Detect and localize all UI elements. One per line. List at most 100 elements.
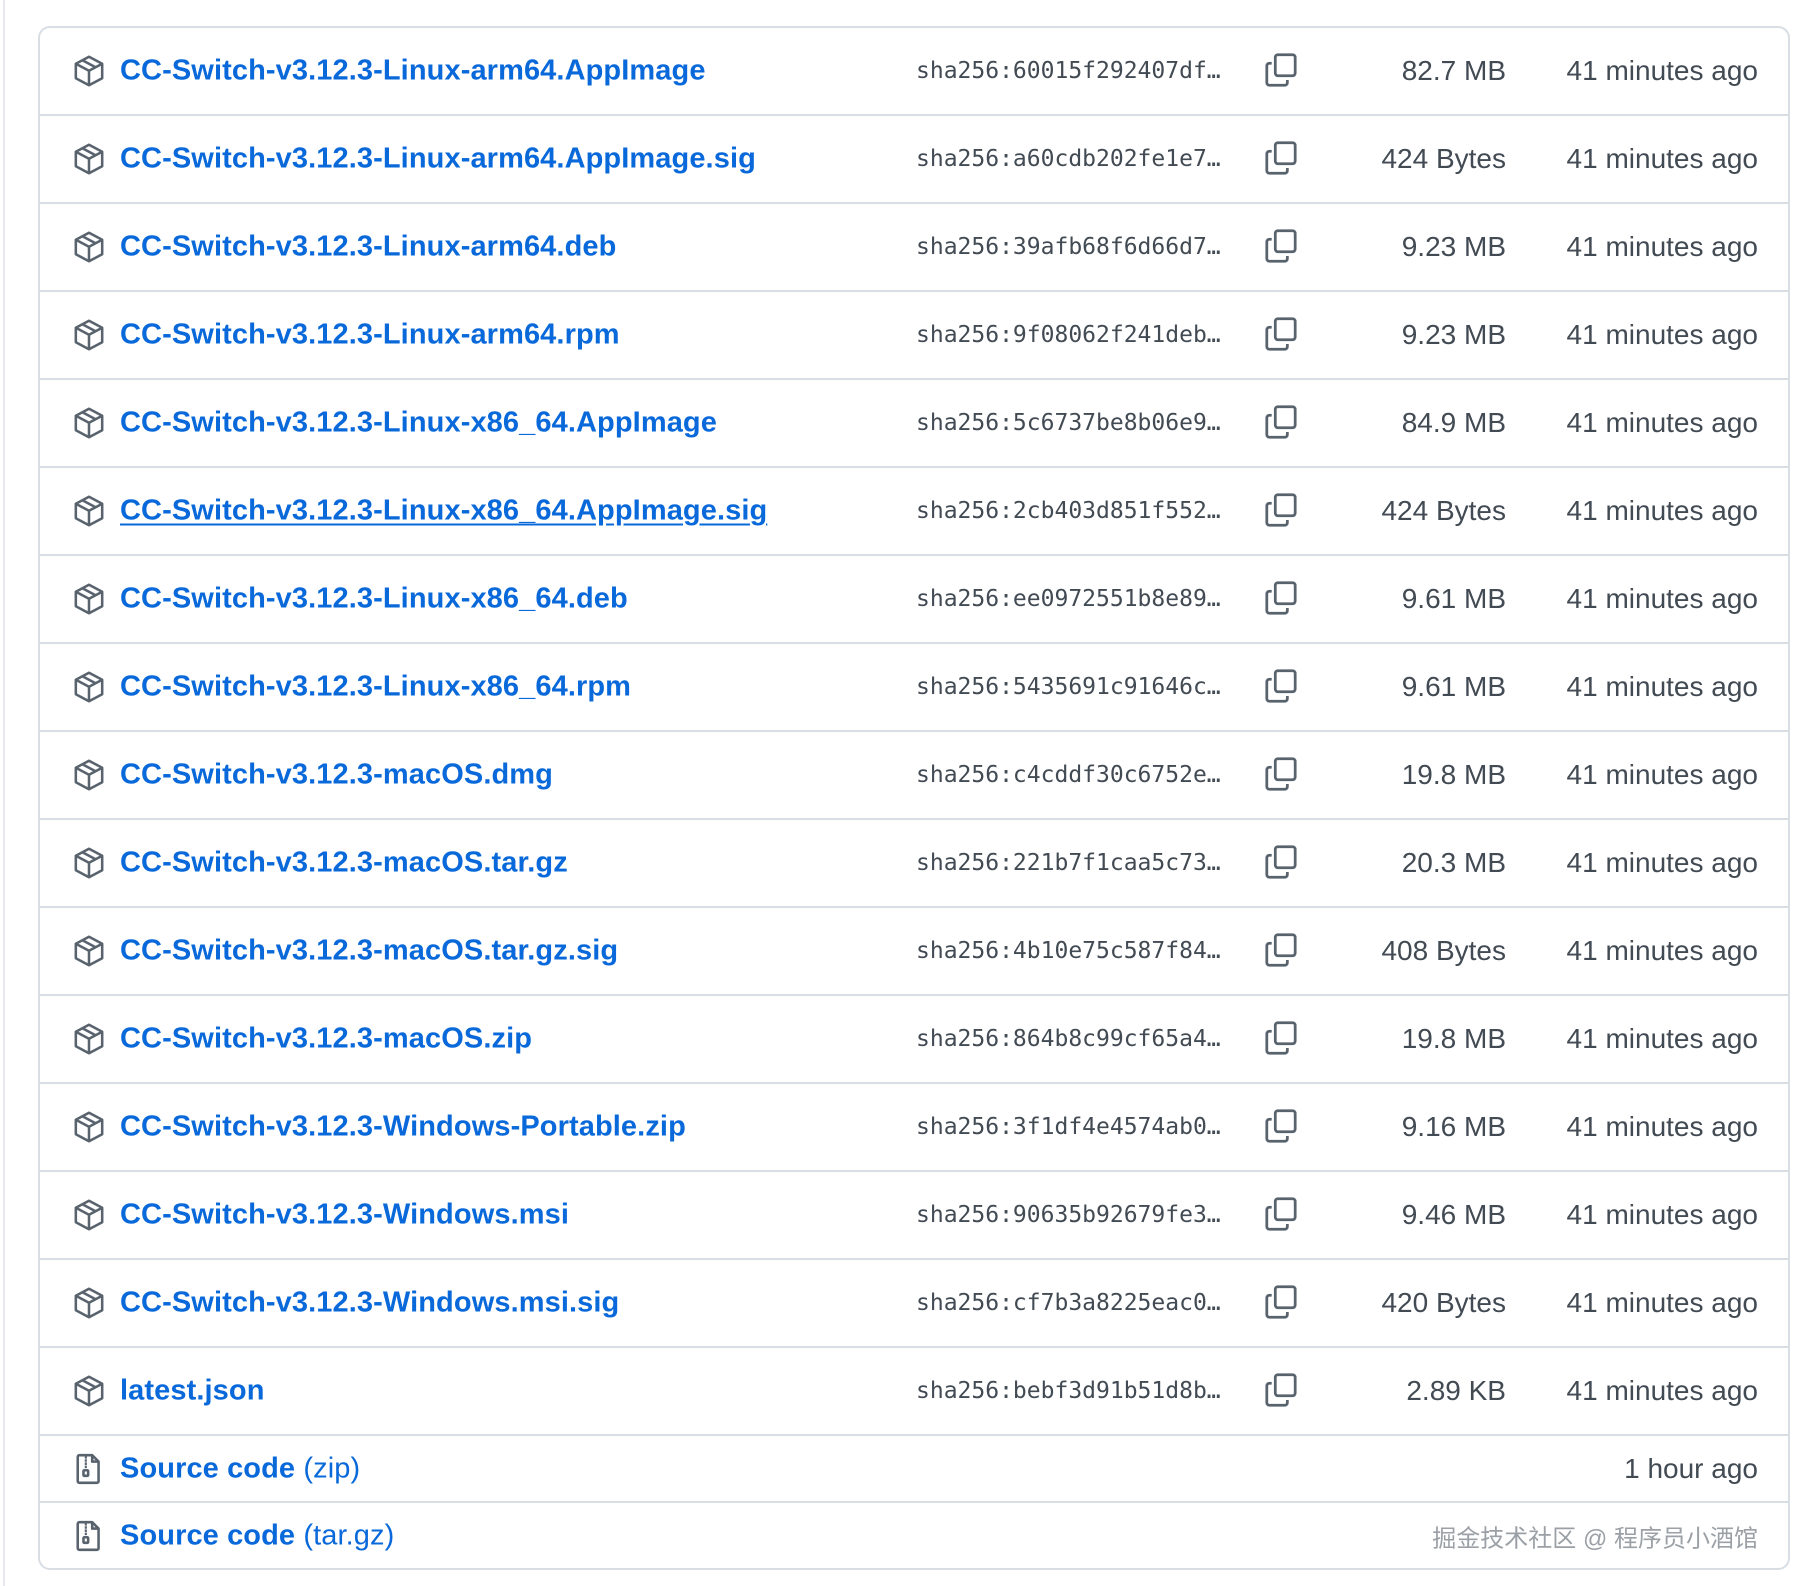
source-code-row: Source code (tar.gz) 掘金技术社区 @ 程序员小酒馆 [40,1501,1788,1568]
asset-size: 9.23 MB [1401,319,1506,350]
asset-updated: 41 minutes ago [1566,1023,1758,1054]
package-icon [72,54,106,88]
asset-row: CC-Switch-v3.12.3-Linux-x86_64.deb sha25… [40,554,1788,642]
asset-row: CC-Switch-v3.12.3-Windows-Portable.zip s… [40,1082,1788,1170]
asset-row: CC-Switch-v3.12.3-macOS.zip sha256:864b8… [40,994,1788,1082]
asset-name-link[interactable]: CC-Switch-v3.12.3-Linux-x86_64.AppImage.… [120,495,767,528]
copy-icon[interactable] [1264,140,1298,176]
package-icon [72,1022,106,1056]
asset-row: CC-Switch-v3.12.3-Linux-arm64.AppImage s… [40,28,1788,114]
copy-icon[interactable] [1264,844,1298,880]
asset-name-link[interactable]: CC-Switch-v3.12.3-Linux-arm64.AppImage.s… [120,143,756,176]
page-left-rule [3,0,5,1586]
source-code-label: Source code [120,1519,296,1551]
copy-icon[interactable] [1264,932,1298,968]
asset-digest: sha256:a60cdb202fe1e7… [916,146,1221,172]
asset-size: 84.9 MB [1401,407,1506,438]
asset-digest: sha256:864b8c99cf65a4… [916,1026,1221,1052]
asset-digest: sha256:39afb68f6d66d7… [916,234,1221,260]
asset-digest: sha256:60015f292407df… [916,58,1221,84]
asset-digest: sha256:bebf3d91b51d8b… [916,1378,1221,1404]
asset-row: CC-Switch-v3.12.3-Windows.msi.sig sha256… [40,1258,1788,1346]
copy-icon[interactable] [1264,228,1298,264]
asset-size: 9.61 MB [1401,583,1506,614]
package-icon [72,1286,106,1320]
asset-updated: 41 minutes ago [1566,407,1758,438]
asset-updated: 41 minutes ago [1566,1375,1758,1406]
asset-name-link[interactable]: CC-Switch-v3.12.3-Windows.msi.sig [120,1287,619,1320]
asset-row: latest.json sha256:bebf3d91b51d8b… 2.89 … [40,1346,1788,1434]
asset-updated: 41 minutes ago [1566,495,1758,526]
package-icon [72,758,106,792]
asset-size: 9.23 MB [1401,231,1506,262]
asset-digest: sha256:5c6737be8b06e9… [916,410,1221,436]
asset-name-link[interactable]: CC-Switch-v3.12.3-Linux-arm64.deb [120,231,616,264]
asset-updated: 41 minutes ago [1566,583,1758,614]
copy-icon[interactable] [1264,1108,1298,1144]
asset-updated: 41 minutes ago [1566,935,1758,966]
package-icon [72,142,106,176]
asset-name-link[interactable]: latest.json [120,1375,265,1408]
copy-icon[interactable] [1264,316,1298,352]
copy-icon[interactable] [1264,756,1298,792]
asset-name-link[interactable]: CC-Switch-v3.12.3-macOS.dmg [120,759,553,792]
copy-icon[interactable] [1264,404,1298,440]
asset-updated: 41 minutes ago [1566,319,1758,350]
asset-digest: sha256:c4cddf30c6752e… [916,762,1221,788]
source-code-updated: 1 hour ago [1624,1452,1758,1484]
package-icon [72,582,106,616]
asset-size: 9.16 MB [1401,1111,1506,1142]
copy-icon[interactable] [1264,1372,1298,1408]
asset-name-link[interactable]: CC-Switch-v3.12.3-Linux-arm64.rpm [120,319,620,352]
asset-size: 82.7 MB [1401,55,1506,86]
asset-name-link[interactable]: CC-Switch-v3.12.3-Linux-x86_64.rpm [120,671,631,704]
copy-icon[interactable] [1264,1284,1298,1320]
asset-updated: 41 minutes ago [1566,1199,1758,1230]
asset-size: 408 Bytes [1381,935,1506,966]
source-code-zip-link[interactable]: Source code (zip) [120,1452,360,1485]
asset-size: 424 Bytes [1381,143,1506,174]
asset-updated: 41 minutes ago [1566,671,1758,702]
asset-updated: 41 minutes ago [1566,55,1758,86]
asset-row: CC-Switch-v3.12.3-Linux-x86_64.AppImage … [40,378,1788,466]
asset-digest: sha256:221b7f1caa5c73… [916,850,1221,876]
package-icon [72,406,106,440]
asset-updated: 41 minutes ago [1566,847,1758,878]
copy-icon[interactable] [1264,668,1298,704]
copy-icon[interactable] [1264,1196,1298,1232]
source-code-label: Source code [120,1452,296,1484]
copy-icon[interactable] [1264,1020,1298,1056]
asset-size: 420 Bytes [1381,1287,1506,1318]
asset-name-link[interactable]: CC-Switch-v3.12.3-macOS.zip [120,1023,532,1056]
asset-row: CC-Switch-v3.12.3-Linux-x86_64.AppImage.… [40,466,1788,554]
asset-size: 19.8 MB [1401,759,1506,790]
asset-updated: 41 minutes ago [1566,1111,1758,1142]
asset-digest: sha256:3f1df4e4574ab0… [916,1114,1221,1140]
asset-row: CC-Switch-v3.12.3-Linux-arm64.rpm sha256… [40,290,1788,378]
source-code-targz-link[interactable]: Source code (tar.gz) [120,1519,394,1552]
asset-name-link[interactable]: CC-Switch-v3.12.3-Windows.msi [120,1199,569,1232]
asset-row: CC-Switch-v3.12.3-macOS.tar.gz sha256:22… [40,818,1788,906]
copy-icon[interactable] [1264,580,1298,616]
asset-name-link[interactable]: CC-Switch-v3.12.3-Linux-x86_64.deb [120,583,628,616]
asset-name-link[interactable]: CC-Switch-v3.12.3-macOS.tar.gz.sig [120,935,618,968]
source-code-format: (tar.gz) [303,1519,395,1551]
asset-name-link[interactable]: CC-Switch-v3.12.3-Windows-Portable.zip [120,1111,686,1144]
asset-digest: sha256:2cb403d851f552… [916,498,1221,524]
asset-digest: sha256:4b10e75c587f84… [916,938,1221,964]
asset-digest: sha256:cf7b3a8225eac0… [916,1290,1221,1316]
asset-name-link[interactable]: CC-Switch-v3.12.3-macOS.tar.gz [120,847,568,880]
asset-size: 20.3 MB [1401,847,1506,878]
asset-row: CC-Switch-v3.12.3-Windows.msi sha256:906… [40,1170,1788,1258]
asset-name-link[interactable]: CC-Switch-v3.12.3-Linux-x86_64.AppImage [120,407,717,440]
file-zip-icon [72,1519,106,1553]
source-code-format: (zip) [303,1452,361,1484]
asset-updated: 41 minutes ago [1566,759,1758,790]
release-assets-list: CC-Switch-v3.12.3-Linux-arm64.AppImage s… [38,26,1790,1570]
asset-name-link[interactable]: CC-Switch-v3.12.3-Linux-arm64.AppImage [120,55,706,88]
package-icon [72,1374,106,1408]
copy-icon[interactable] [1264,52,1298,88]
asset-size: 19.8 MB [1401,1023,1506,1054]
copy-icon[interactable] [1264,492,1298,528]
package-icon [72,934,106,968]
